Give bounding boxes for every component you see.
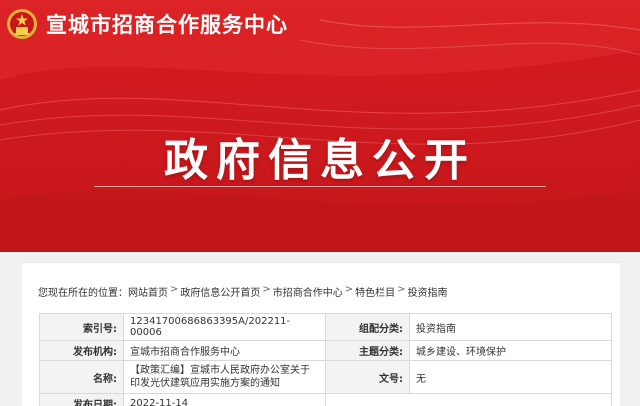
site-title[interactable]: 宣城市招商合作服务中心 xyxy=(46,9,288,39)
category-value: 投资指南 xyxy=(409,313,612,341)
breadcrumb-center[interactable]: 市招商合作中心 xyxy=(273,284,343,299)
breadcrumb-separator: > xyxy=(344,284,354,295)
page-title: 政府信息公开 xyxy=(164,135,476,186)
name-label: 名称: xyxy=(39,360,124,394)
breadcrumb-investment-guide[interactable]: 投资指南 xyxy=(408,284,448,299)
publisher-label: 发布机构: xyxy=(39,340,124,361)
national-emblem-icon[interactable] xyxy=(6,8,38,40)
name-value: 【政策汇编】宣城市人民政府办公室关于印发光伏建筑应用实施方案的通知 xyxy=(123,360,326,394)
docno-value: 无 xyxy=(409,360,612,394)
docno-label: 文号: xyxy=(325,360,410,394)
title-divider xyxy=(94,186,546,187)
topic-value: 城乡建设、环境保护 xyxy=(409,340,612,361)
index-label: 索引号: xyxy=(39,313,124,341)
table-row: 发布机构: 宣城市招商合作服务中心 主题分类: 城乡建设、环境保护 xyxy=(39,340,612,361)
date-value: 2022-11-14 xyxy=(123,393,326,406)
breadcrumb-featured[interactable]: 特色栏目 xyxy=(355,284,395,299)
table-row: 索引号: 12341700686863395A/202211-00006 组配分… xyxy=(39,313,612,341)
site-header: 宣城市招商合作服务中心 xyxy=(6,6,288,42)
publisher-value: 宣城市招商合作服务中心 xyxy=(123,340,326,361)
breadcrumb-separator: > xyxy=(170,284,179,295)
info-table: 索引号: 12341700686863395A/202211-00006 组配分… xyxy=(39,313,612,406)
breadcrumb-separator: > xyxy=(262,284,271,295)
breadcrumb-home[interactable]: 网站首页 xyxy=(128,284,168,299)
table-row: 发布日期: 2022-11-14 xyxy=(39,393,612,406)
topic-label: 主题分类: xyxy=(325,340,410,361)
date-label: 发布日期: xyxy=(39,393,124,406)
breadcrumb-separator: > xyxy=(397,284,406,295)
index-value: 12341700686863395A/202211-00006 xyxy=(123,313,326,341)
empty-cell xyxy=(325,393,612,406)
breadcrumb-prefix: 您现在所在的位置： xyxy=(38,288,128,299)
banner: 宣城市招商合作服务中心 政府信息公开 xyxy=(0,0,640,252)
breadcrumb-info-home[interactable]: 政府信息公开首页 xyxy=(180,284,260,299)
content-panel: 您现在所在的位置： 网站首页 > 政府信息公开首页 > 市招商合作中心 > 特色… xyxy=(22,262,620,406)
category-label: 组配分类: xyxy=(325,313,410,341)
table-row: 名称: 【政策汇编】宣城市人民政府办公室关于印发光伏建筑应用实施方案的通知 文号… xyxy=(39,360,612,394)
breadcrumb: 您现在所在的位置： 网站首页 > 政府信息公开首页 > 市招商合作中心 > 特色… xyxy=(38,284,448,299)
